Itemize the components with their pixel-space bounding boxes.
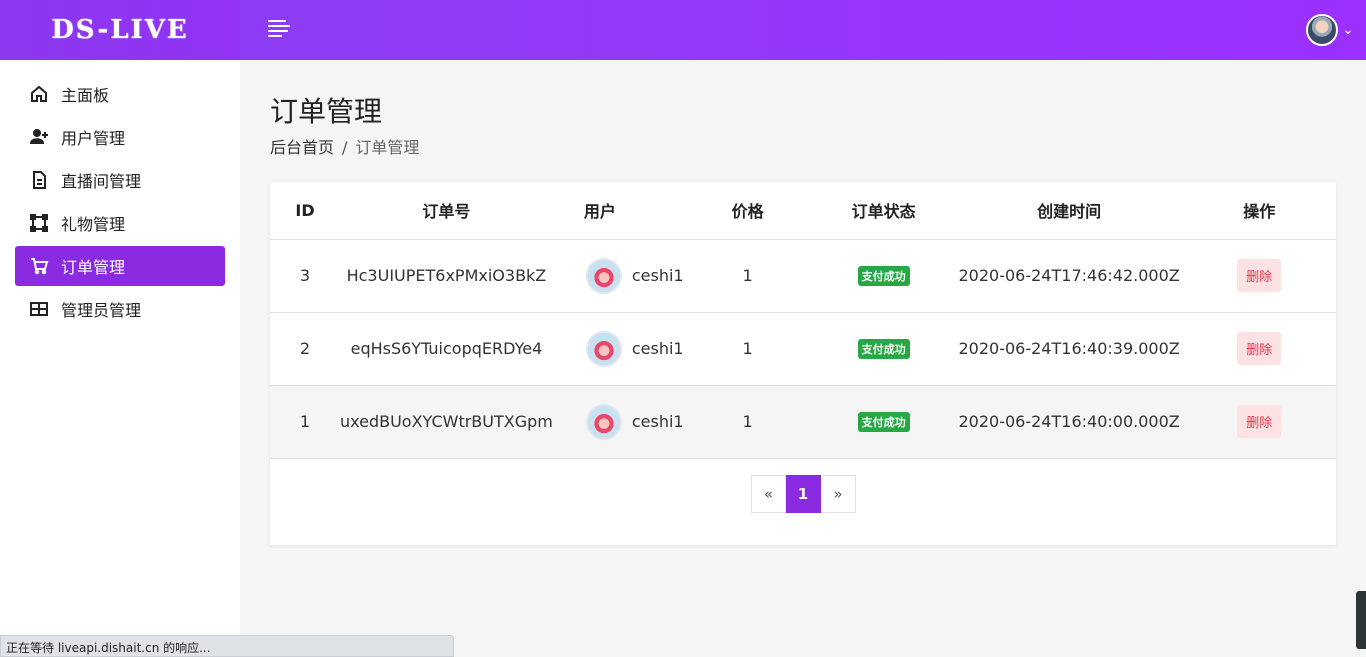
breadcrumb-separator: / <box>342 138 348 157</box>
cell-user: ceshi1 <box>631 266 684 285</box>
sidebar-item-orders[interactable]: 订单管理 <box>15 246 225 286</box>
user-avatar <box>585 403 622 440</box>
table-row: 3 Hc3UIUPET6xPMxiO3BkZ ceshi1 1 支付成功 202… <box>270 239 1336 313</box>
home-icon <box>29 84 49 104</box>
sidebar-item-gifts[interactable]: 礼物管理 <box>15 203 225 243</box>
breadcrumb-home-link[interactable]: 后台首页 <box>270 138 334 157</box>
pagination-prev[interactable]: « <box>751 475 786 513</box>
logo[interactable]: DS-LIVE <box>0 0 240 60</box>
delete-button[interactable]: 删除 <box>1237 259 1282 292</box>
column-header-created: 创建时间 <box>955 182 1183 240</box>
orders-card: ID 订单号 用户 价格 订单状态 创建时间 操作 3 Hc3UIUPET6xP… <box>270 182 1336 545</box>
menu-toggle-icon[interactable] <box>268 20 292 40</box>
column-header-actions: 操作 <box>1182 182 1336 240</box>
sidebar-item-label: 用户管理 <box>61 129 126 148</box>
cell-user: ceshi1 <box>631 339 684 358</box>
chevron-down-icon[interactable]: ⌄ <box>1342 22 1354 38</box>
user-avatar <box>585 330 622 367</box>
cell-id: 1 <box>270 385 340 459</box>
sidebar-item-users[interactable]: 用户管理 <box>15 117 225 157</box>
page-title: 订单管理 <box>270 95 383 128</box>
main-content: 订单管理 后台首页 / 订单管理 ID 订单号 用户 价格 订单状态 创建时间 操作… <box>270 60 1336 545</box>
pagination: « 1 » <box>751 475 856 513</box>
cell-order-no: Hc3UIUPET6xPMxiO3BkZ <box>340 239 553 313</box>
column-header-price: 价格 <box>683 182 812 240</box>
table-row: 2 eqHsS6YTuicopqERDYe4 ceshi1 1 支付成功 202… <box>270 312 1336 386</box>
pagination-page-1[interactable]: 1 <box>786 475 821 513</box>
cell-order-no: uxedBUoXYCWtrBUTXGpm <box>340 385 553 459</box>
cell-created: 2020-06-24T16:40:00.000Z <box>955 385 1183 459</box>
cell-created: 2020-06-24T17:46:42.000Z <box>955 239 1183 313</box>
browser-status-bar: 正在等待 liveapi.dishait.cn 的响应... <box>0 635 454 657</box>
table-row: 1 uxedBUoXYCWtrBUTXGpm ceshi1 1 支付成功 202… <box>270 385 1336 459</box>
column-header-id: ID <box>270 182 340 240</box>
column-header-order-no: 订单号 <box>340 182 553 240</box>
cell-order-no: eqHsS6YTuicopqERDYe4 <box>340 312 553 386</box>
top-bar: DS-LIVE ⌄ <box>0 0 1366 60</box>
sidebar: 主面板 用户管理 直播间管理 礼物管理 订单管理 管理员管理 <box>0 60 240 657</box>
frame-icon <box>29 213 49 233</box>
sidebar-item-label: 礼物管理 <box>61 215 126 234</box>
cell-id: 2 <box>270 312 340 386</box>
breadcrumb-current: 订单管理 <box>355 138 420 157</box>
file-text-icon <box>29 170 49 190</box>
breadcrumb: 后台首页 / 订单管理 <box>270 134 1336 158</box>
cell-price: 1 <box>683 385 812 459</box>
column-header-user: 用户 <box>552 182 684 240</box>
sidebar-item-admins[interactable]: 管理员管理 <box>15 289 225 329</box>
orders-table: ID 订单号 用户 价格 订单状态 创建时间 操作 3 Hc3UIUPET6xP… <box>270 182 1336 459</box>
sidebar-item-label: 主面板 <box>61 86 110 105</box>
cell-user: ceshi1 <box>631 412 684 431</box>
delete-button[interactable]: 删除 <box>1237 405 1282 438</box>
cell-id: 3 <box>270 239 340 313</box>
sidebar-item-label: 管理员管理 <box>61 301 142 320</box>
avatar[interactable] <box>1306 14 1339 46</box>
cell-price: 1 <box>683 312 812 386</box>
side-scroll-widget[interactable] <box>1356 591 1366 649</box>
sidebar-item-label: 直播间管理 <box>61 172 142 191</box>
cart-icon <box>29 256 49 276</box>
user-avatar <box>585 257 622 294</box>
sidebar-item-label: 订单管理 <box>61 258 126 277</box>
pagination-next[interactable]: » <box>821 475 856 513</box>
column-header-status: 订单状态 <box>811 182 956 240</box>
delete-button[interactable]: 删除 <box>1237 332 1282 365</box>
status-badge: 支付成功 <box>857 339 910 359</box>
sidebar-item-dashboard[interactable]: 主面板 <box>15 74 225 114</box>
user-plus-icon <box>29 127 49 147</box>
cell-price: 1 <box>683 239 812 313</box>
status-badge: 支付成功 <box>857 412 910 432</box>
cell-created: 2020-06-24T16:40:39.000Z <box>955 312 1183 386</box>
sidebar-item-live-rooms[interactable]: 直播间管理 <box>15 160 225 200</box>
status-badge: 支付成功 <box>857 266 910 286</box>
table-icon <box>29 299 49 319</box>
user-menu[interactable]: ⌄ <box>1306 14 1354 46</box>
